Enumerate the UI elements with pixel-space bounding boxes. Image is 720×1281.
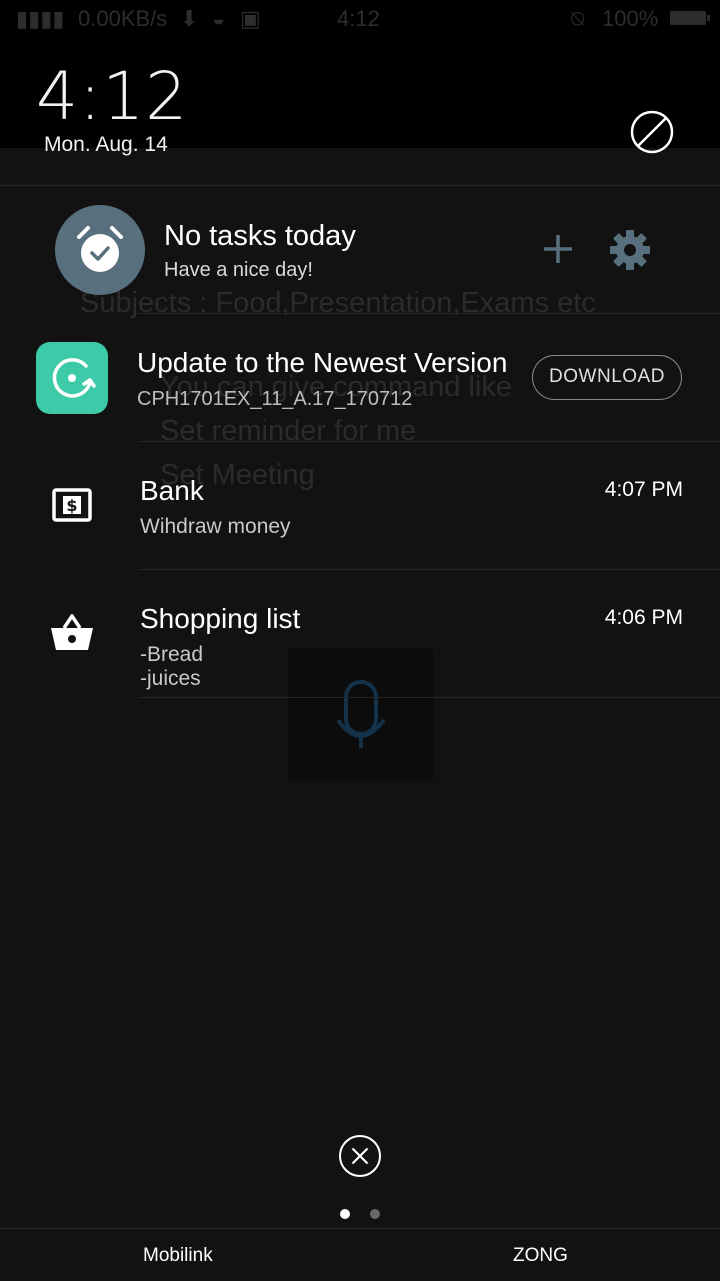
status-time: 4:12: [337, 6, 380, 31]
page-indicator-dot: [370, 1209, 380, 1219]
carrier-sim1: Mobilink: [143, 1245, 213, 1266]
download-button[interactable]: DOWNLOAD: [532, 355, 682, 400]
note-body-line: -juices: [140, 667, 201, 690]
divider: [138, 313, 720, 314]
note-time-shopping: 4:06 PM: [604, 606, 683, 629]
money-status-icon: ▣: [240, 6, 261, 31]
microphone-icon: [336, 680, 386, 748]
note-title-shopping[interactable]: Shopping list: [140, 603, 300, 635]
bg-text-subjects: Subjects : Food,Presentation,Exams etc: [80, 287, 596, 319]
bg-text-reminder: Set reminder for me: [160, 415, 417, 447]
battery-percent: 100%: [602, 6, 659, 31]
alarm-check-icon: [55, 205, 145, 295]
note-time-bank: 4:07 PM: [604, 478, 683, 501]
update-title[interactable]: Update to the Newest Version: [137, 347, 522, 379]
do-not-disturb-button[interactable]: [630, 110, 674, 154]
note-body-line: -Bread: [140, 643, 204, 666]
gear-icon: [610, 230, 650, 270]
add-task-button[interactable]: [540, 231, 576, 267]
task-title: No tasks today: [164, 220, 356, 252]
divider: [138, 569, 720, 570]
mute-icon: ⍉: [571, 6, 585, 31]
divider: [138, 441, 720, 442]
svg-text:$: $: [66, 496, 77, 515]
download-icon: ⬇: [180, 6, 199, 31]
header-clock: 4:12: [36, 58, 189, 135]
plus-icon: [544, 235, 572, 263]
basket-status-icon: ◒: [212, 6, 226, 31]
close-icon: [339, 1135, 381, 1177]
update-version: CPH1701EX_11_A.17_170712: [137, 388, 413, 410]
task-settings-button[interactable]: [608, 228, 652, 272]
software-update-app-icon[interactable]: [36, 342, 108, 414]
do-not-disturb-icon: [630, 110, 674, 154]
status-bar: ▮▮▮▮ 0.00KB/s ⬇ ◒ ▣ 4:12 ⍉ 100%: [0, 0, 720, 36]
bg-mic-panel: [288, 648, 433, 781]
clear-all-button[interactable]: [338, 1134, 382, 1178]
battery-icon: [670, 11, 710, 25]
page-indicator-dot-active: [340, 1209, 350, 1219]
divider: [0, 185, 720, 186]
network-speed: 0.00KB/s: [78, 6, 168, 31]
header-date: Mon. Aug. 14: [44, 133, 168, 156]
note-title-bank[interactable]: Bank: [140, 475, 204, 507]
task-subtitle: Have a nice day!: [164, 259, 313, 281]
divider: [138, 697, 720, 698]
update-icon: [52, 358, 96, 398]
carrier-sim2: ZONG: [513, 1245, 568, 1266]
carrier-bar: Mobilink ZONG: [0, 1228, 720, 1281]
signal-icon: ▮▮▮▮: [16, 6, 65, 31]
note-body-bank: Wihdraw money: [140, 515, 291, 538]
money-icon: $: [52, 488, 92, 527]
basket-icon: [50, 612, 94, 657]
